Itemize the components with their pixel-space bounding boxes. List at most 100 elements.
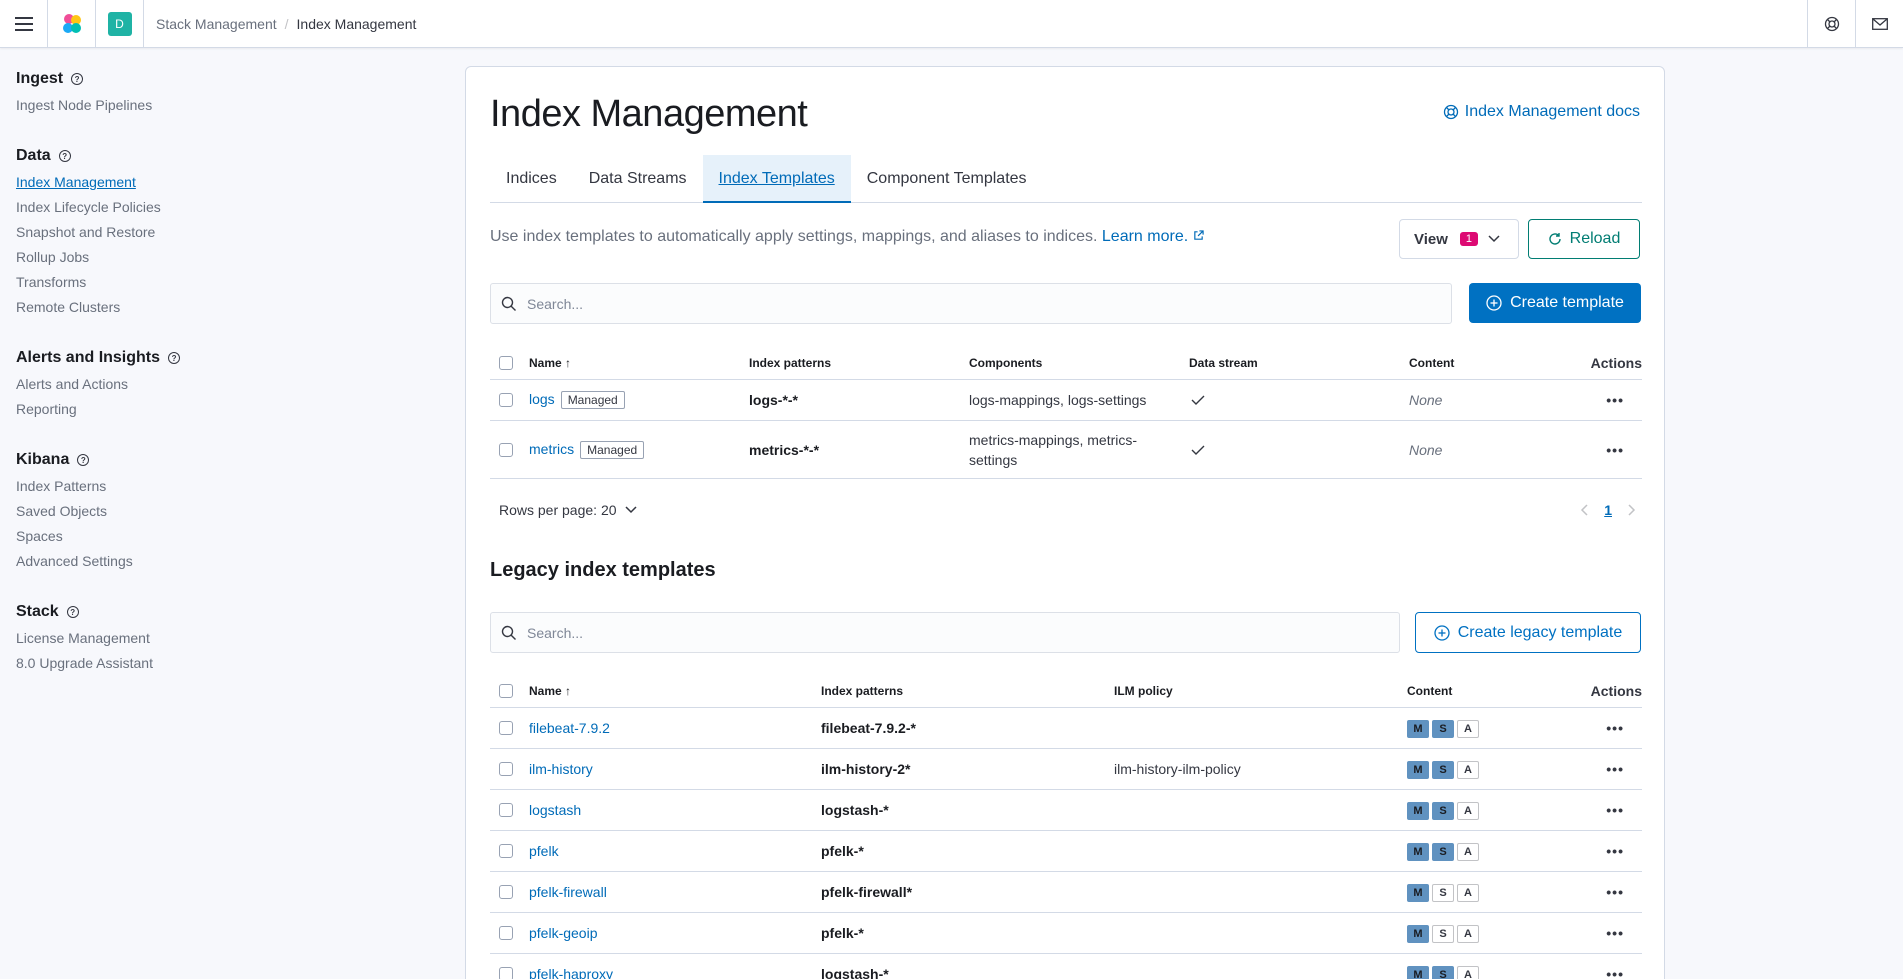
docs-link[interactable]: Index Management docs: [1443, 103, 1640, 121]
chevron-left-icon[interactable]: [1580, 504, 1588, 516]
row-checkbox[interactable]: [499, 803, 513, 817]
rows-per-page-label: Rows per page: 20: [499, 502, 617, 518]
tab-component-templates[interactable]: Component Templates: [851, 155, 1043, 203]
sidebar-item-reporting[interactable]: Reporting: [16, 397, 440, 422]
menu-icon[interactable]: [0, 0, 48, 48]
row-actions-button[interactable]: •••: [1537, 843, 1642, 859]
content-badge: A: [1457, 760, 1479, 779]
name-cell: pfelk-firewall: [529, 884, 821, 900]
elastic-logo-icon[interactable]: [48, 0, 96, 48]
create-template-label: Create template: [1510, 294, 1624, 311]
description-text: Use index templates to automatically app…: [490, 228, 1098, 245]
column-name[interactable]: Name ↑: [529, 356, 749, 370]
sidebar-item-upgrade-assistant[interactable]: 8.0 Upgrade Assistant: [16, 651, 440, 676]
legacy-search-input[interactable]: Search...: [490, 612, 1400, 653]
sidebar-item-saved-objects[interactable]: Saved Objects: [16, 499, 440, 524]
page-number[interactable]: 1: [1604, 502, 1612, 518]
sidebar-item-index-management[interactable]: Index Management: [16, 170, 440, 195]
help-icon[interactable]: ?: [71, 73, 84, 85]
view-filter-button[interactable]: View 1: [1399, 219, 1519, 259]
learn-more-link[interactable]: Learn more.: [1102, 228, 1204, 245]
breadcrumb: Stack Management / Index Management: [144, 16, 416, 32]
help-icon[interactable]: ?: [77, 454, 90, 466]
tab-data-streams[interactable]: Data Streams: [573, 155, 703, 203]
index-pattern: pfelk-*: [821, 925, 864, 941]
sidebar-item-rollup-jobs[interactable]: Rollup Jobs: [16, 245, 440, 270]
sidebar-group-stack: Stack? License Management 8.0 Upgrade As…: [16, 598, 440, 676]
row-actions-button[interactable]: •••: [1537, 925, 1642, 941]
select-all-checkbox[interactable]: [499, 355, 513, 370]
row-actions-button[interactable]: •••: [1537, 720, 1642, 736]
legacy-templates-table: Name ↑ Index patterns ILM policy Content…: [490, 674, 1642, 979]
row-checkbox[interactable]: [499, 926, 513, 940]
rows-per-page-button[interactable]: Rows per page: 20: [499, 502, 637, 518]
sidebar-item-ingest-node-pipelines[interactable]: Ingest Node Pipelines: [16, 93, 440, 118]
sidebar-item-index-patterns[interactable]: Index Patterns: [16, 474, 440, 499]
sidebar-item-license-management[interactable]: License Management: [16, 626, 440, 651]
row-checkbox[interactable]: [499, 844, 513, 858]
sidebar-item-advanced-settings[interactable]: Advanced Settings: [16, 549, 440, 574]
help-icon[interactable]: [1807, 0, 1855, 48]
row-checkbox[interactable]: [499, 721, 513, 735]
row-checkbox[interactable]: [499, 762, 513, 776]
template-name-link[interactable]: pfelk-firewall: [529, 884, 607, 900]
content-badge: S: [1432, 719, 1454, 738]
row-checkbox[interactable]: [499, 393, 513, 407]
template-name-link[interactable]: logstash: [529, 802, 581, 818]
create-template-button[interactable]: Create template: [1469, 283, 1641, 323]
sidebar-item-spaces[interactable]: Spaces: [16, 524, 440, 549]
sidebar-item-remote-clusters[interactable]: Remote Clusters: [16, 295, 440, 320]
sidebar-group-title: Kibana?: [16, 446, 440, 474]
row-checkbox[interactable]: [499, 442, 513, 457]
index-pattern: metrics-*-*: [749, 441, 820, 458]
sidebar-group-title: Alerts and Insights?: [16, 344, 440, 372]
index-pattern: logstash-*: [821, 966, 889, 979]
row-actions-button[interactable]: •••: [1539, 392, 1642, 408]
space-selector[interactable]: D: [96, 0, 144, 48]
row-actions-button[interactable]: •••: [1537, 761, 1642, 777]
tab-indices[interactable]: Indices: [490, 155, 573, 203]
sidebar-item-index-lifecycle-policies[interactable]: Index Lifecycle Policies: [16, 195, 440, 220]
breadcrumb-stack-management[interactable]: Stack Management: [156, 16, 277, 32]
sidebar-item-alerts-and-actions[interactable]: Alerts and Actions: [16, 372, 440, 397]
sidebar-item-snapshot-and-restore[interactable]: Snapshot and Restore: [16, 220, 440, 245]
sidebar-item-transforms[interactable]: Transforms: [16, 270, 440, 295]
help-icon[interactable]: ?: [58, 150, 71, 162]
table-row: pfelk-geoip pfelk-* M S A •••: [490, 913, 1642, 954]
column-name[interactable]: Name ↑: [529, 684, 821, 698]
template-name-link[interactable]: filebeat-7.9.2: [529, 720, 610, 736]
chevron-right-icon[interactable]: [1628, 504, 1636, 516]
help-icon[interactable]: ?: [66, 606, 79, 618]
tab-index-templates[interactable]: Index Templates: [702, 155, 851, 203]
row-actions-button[interactable]: •••: [1537, 884, 1642, 900]
name-cell: pfelk-haproxy: [529, 966, 821, 979]
content-badge: S: [1432, 801, 1454, 820]
content-value: None: [1409, 441, 1443, 458]
template-name-link[interactable]: ilm-history: [529, 761, 593, 777]
content-badge: M: [1407, 801, 1429, 820]
reload-button[interactable]: Reload: [1528, 219, 1640, 259]
template-name-link[interactable]: pfelk-geoip: [529, 925, 598, 941]
row-checkbox[interactable]: [499, 885, 513, 899]
mail-icon[interactable]: [1855, 0, 1903, 48]
create-legacy-template-button[interactable]: Create legacy template: [1415, 612, 1641, 653]
template-name-link[interactable]: pfelk-haproxy: [529, 966, 613, 979]
row-actions-button[interactable]: •••: [1537, 802, 1642, 818]
help-icon[interactable]: ?: [168, 352, 181, 364]
table-row: logstash logstash-* M S A •••: [490, 790, 1642, 831]
content-badge: A: [1457, 965, 1479, 979]
template-name-link[interactable]: logs: [529, 391, 555, 407]
row-checkbox[interactable]: [499, 967, 513, 979]
row-actions-button[interactable]: •••: [1537, 966, 1642, 979]
templates-search-input[interactable]: Search...: [490, 283, 1452, 324]
name-cell: logs Managed: [529, 391, 749, 409]
row-actions-button[interactable]: •••: [1539, 442, 1642, 458]
more-icon: •••: [1606, 761, 1624, 777]
managed-badge: Managed: [580, 440, 645, 459]
template-name-link[interactable]: pfelk: [529, 843, 559, 859]
template-name-link[interactable]: metrics: [529, 441, 574, 457]
plus-in-circle-icon: [1486, 295, 1502, 311]
chevron-down-icon: [1488, 235, 1500, 243]
select-all-checkbox[interactable]: [499, 683, 513, 698]
content-value: None: [1409, 392, 1443, 408]
